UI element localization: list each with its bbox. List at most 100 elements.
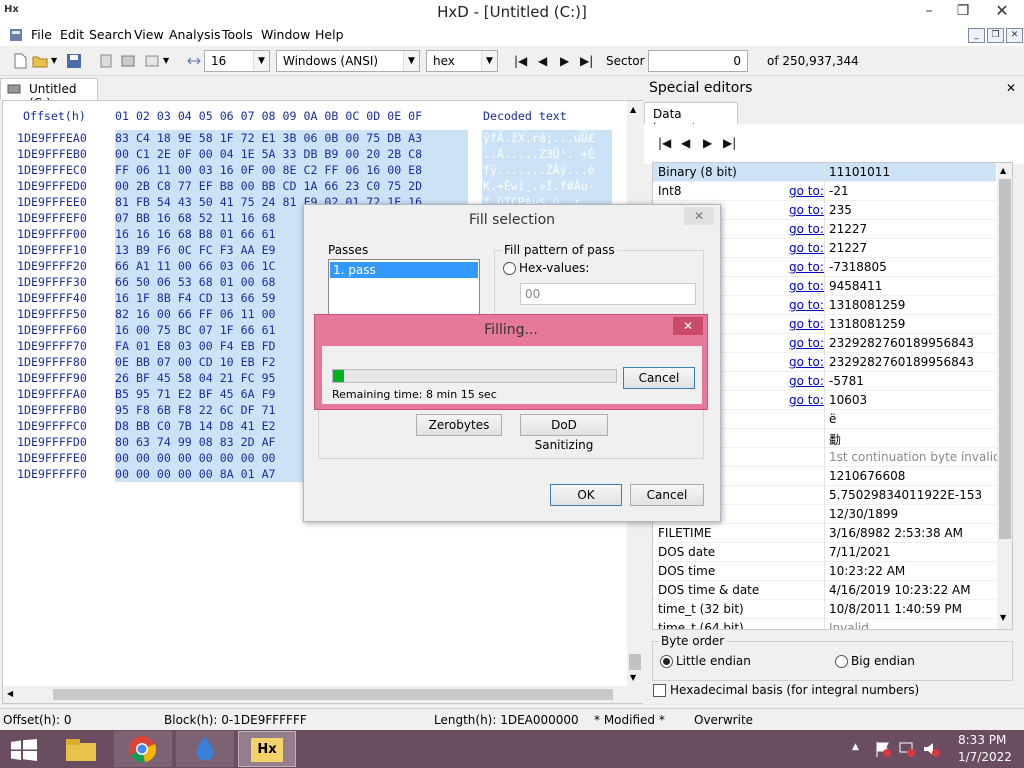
last-sector-icon[interactable]: ▶| [580, 54, 593, 68]
goto-link[interactable]: go to: [789, 222, 824, 236]
scroll-down-icon[interactable]: ▼ [630, 673, 636, 682]
minimize-button[interactable]: – [914, 0, 944, 22]
hex-bytes[interactable]: D8 BB C0 7B 14 D8 41 E2 [115, 419, 276, 433]
goto-link[interactable]: go to: [789, 355, 824, 369]
inspector-value[interactable]: 1210676608 [829, 469, 999, 483]
hex-bytes[interactable]: 0E BB 07 00 CD 10 EB F2 [115, 355, 276, 369]
inspector-value[interactable]: 10/8/2011 1:40:59 PM [829, 602, 999, 616]
inspector-row[interactable]: Binary (8 bit) 11101011 [653, 163, 996, 182]
tab-untitled-c[interactable]: Untitled (C:) [0, 78, 98, 110]
scroll-up-icon[interactable]: ▲ [630, 105, 636, 114]
hex-bytes[interactable]: 83 C4 18 9E 58 1F 72 E1 3B 06 0B 00 75 D… [115, 131, 422, 145]
inspector-value[interactable]: -5781 [829, 374, 999, 388]
previous-icon[interactable]: ◀ [681, 136, 690, 150]
inspector-value[interactable]: 11101011 [829, 165, 999, 179]
goto-link[interactable]: go to: [789, 317, 824, 331]
pass-item[interactable]: 1. pass [330, 262, 478, 278]
goto-link[interactable]: go to: [789, 184, 824, 198]
inspector-row[interactable]: DOS time 10:23:22 AM [653, 562, 996, 581]
inspector-row[interactable]: FILETIME 3/16/8982 2:53:38 AM [653, 524, 996, 543]
cancel-button[interactable]: Cancel [630, 484, 704, 506]
tab-data-inspector[interactable]: Data inspector [644, 102, 738, 135]
goto-link[interactable]: go to: [789, 241, 824, 255]
filling-dialog-close-icon[interactable]: ✕ [673, 317, 703, 335]
inspector-vertical-scrollbar[interactable]: ▲ ▼ [997, 163, 1012, 629]
first-sector-icon[interactable]: |◀ [514, 54, 527, 68]
inspector-row[interactable]: DOS date 7/11/2021 [653, 543, 996, 562]
inspector-value[interactable]: 2329282760189956843 [829, 355, 999, 369]
open-disk-icon[interactable] [120, 53, 136, 69]
charset-select[interactable]: Windows (ANSI) ▼ [276, 50, 420, 72]
inspector-value[interactable]: 1318081259 [829, 298, 999, 312]
open-ram-icon[interactable] [144, 53, 160, 69]
windows-start-icon[interactable] [11, 739, 37, 761]
scroll-left-icon[interactable]: ◀ [7, 689, 13, 698]
goto-link[interactable]: go to: [789, 203, 824, 217]
goto-link[interactable]: go to: [789, 393, 824, 407]
inspector-value[interactable]: ë [829, 412, 999, 426]
hex-bytes[interactable]: 07 BB 16 68 52 11 16 68 [115, 211, 276, 225]
inspector-value[interactable]: 2329282760189956843 [829, 336, 999, 350]
goto-link[interactable]: go to: [789, 260, 824, 274]
hex-bytes[interactable]: 66 A1 11 00 66 03 06 1C [115, 259, 276, 273]
inspector-value[interactable]: 12/30/1899 [829, 507, 999, 521]
inspector-value[interactable]: 7/11/2021 [829, 545, 999, 559]
inspector-value[interactable]: 勫 [829, 431, 999, 448]
mdi-restore-button[interactable]: ❐ [987, 28, 1004, 43]
menu-tools[interactable]: Tools [222, 27, 253, 42]
decoded-text[interactable]: ..Á.....Z3Û¹. +È [483, 147, 595, 161]
hex-values-radio[interactable] [503, 262, 516, 275]
show-hidden-icons-icon[interactable]: ▲ [852, 742, 859, 752]
hex-bytes[interactable]: 95 F8 6B F8 22 6C DF 71 [115, 403, 276, 417]
taskbar-hxd[interactable]: Hx [238, 731, 296, 767]
inspector-value[interactable]: 1st continuation byte invalid [829, 450, 999, 464]
big-endian-radio[interactable] [835, 655, 848, 668]
menu-analysis[interactable]: Analysis [169, 27, 221, 42]
new-file-icon[interactable] [12, 53, 28, 69]
panel-close-icon[interactable]: ✕ [1006, 81, 1016, 95]
hex-values-input[interactable]: 00 [520, 283, 696, 305]
little-endian-radio[interactable] [660, 655, 673, 668]
next-sector-icon[interactable]: ▶ [560, 54, 569, 68]
maximize-button[interactable]: ❐ [948, 0, 978, 22]
h-scroll-thumb[interactable] [53, 689, 613, 700]
last-icon[interactable]: ▶| [723, 136, 736, 150]
inspector-row[interactable]: Int8 go to: -21 [653, 182, 996, 201]
menu-edit[interactable]: Edit [60, 27, 84, 42]
mdi-minimize-button[interactable]: _ [968, 28, 985, 43]
inspector-value[interactable]: 10603 [829, 393, 999, 407]
hex-bytes[interactable]: FA 01 E8 03 00 F4 EB FD [115, 339, 276, 353]
goto-link[interactable]: go to: [789, 279, 824, 293]
open-dropdown-icon[interactable]: ▼ [51, 56, 57, 65]
hex-bytes[interactable]: B5 95 71 E2 BF 45 6A F9 [115, 387, 276, 401]
scroll-up-icon[interactable]: ▲ [1000, 166, 1006, 175]
inspector-value[interactable]: -21 [829, 184, 999, 198]
previous-sector-icon[interactable]: ◀ [538, 54, 547, 68]
goto-link[interactable]: go to: [789, 298, 824, 312]
inspector-row[interactable]: time_t (64 bit) Invalid [653, 619, 999, 629]
inspector-value[interactable]: -7318805 [829, 260, 999, 274]
bytes-per-row-select[interactable]: 16 ▼ [204, 50, 270, 72]
next-icon[interactable]: ▶ [703, 136, 712, 150]
hex-bytes[interactable]: 13 B9 F6 0C FC F3 AA E9 [115, 243, 276, 257]
inspector-row[interactable]: DOS time & date 4/16/2019 10:23:22 AM [653, 581, 996, 600]
zerobytes-button[interactable]: Zerobytes [416, 414, 502, 436]
decoded-text[interactable]: fÿ.......ŽÂÿ...è [483, 163, 595, 177]
inspector-value[interactable]: 21227 [829, 241, 999, 255]
hex-bytes[interactable]: 26 BF 45 58 04 21 FC 95 [115, 371, 276, 385]
ok-button[interactable]: OK [550, 484, 622, 506]
hex-bytes[interactable]: 00 00 00 00 00 00 00 00 [115, 451, 276, 465]
taskbar-app[interactable] [176, 731, 234, 767]
inspector-scroll-thumb[interactable] [999, 179, 1011, 539]
hex-bytes[interactable]: 00 C1 2E 0F 00 04 1E 5A 33 DB B9 00 20 2… [115, 147, 422, 161]
editor-horizontal-scrollbar[interactable]: ◀ [3, 686, 627, 703]
inspector-value[interactable]: Invalid [829, 621, 999, 629]
sector-input[interactable]: 0 [648, 50, 748, 72]
hex-bytes[interactable]: 66 50 06 53 68 01 00 68 [115, 275, 276, 289]
inspector-value[interactable]: 5.75029834011922E-153 [829, 488, 999, 502]
clock-time[interactable]: 8:33 PM [958, 733, 1006, 747]
decoded-text[interactable]: ÿfÄ.žX.rá;...uÛ£ [483, 131, 595, 145]
open-folder-icon[interactable] [32, 53, 48, 69]
menu-window[interactable]: Window [261, 27, 310, 42]
passes-list[interactable]: 1. pass [328, 259, 480, 319]
